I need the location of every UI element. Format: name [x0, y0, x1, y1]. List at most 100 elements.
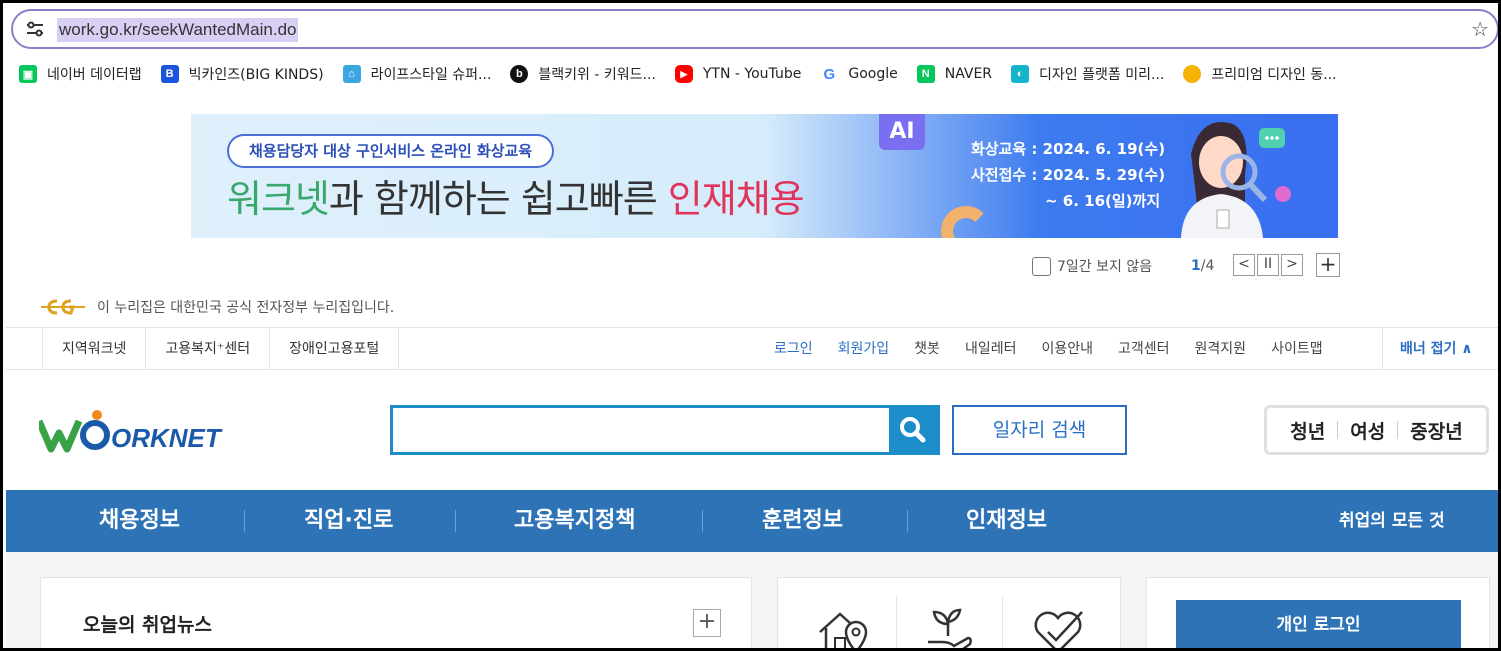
banner-next-button[interactable]: >: [1281, 254, 1303, 276]
site-info-icon[interactable]: [25, 20, 45, 38]
target-group-nav: 청년 여성 중장년: [1264, 405, 1489, 455]
youtube-icon: ▶: [674, 65, 693, 83]
member-link[interactable]: 챗봇: [914, 328, 940, 370]
login-card: 개인 로그인: [1146, 577, 1490, 648]
bookmark-item[interactable]: ● 프리미엄 디자인 동...: [1183, 64, 1337, 84]
search-box[interactable]: [390, 405, 940, 455]
job-news-card: 오늘의 취업뉴스 +: [40, 577, 752, 648]
divider: [896, 596, 897, 648]
bookmark-label: 라이프스타일 슈퍼...: [370, 67, 492, 83]
egov-logo-icon: [41, 299, 85, 315]
banner-pause-button[interactable]: II: [1257, 254, 1279, 276]
banner-prev-button[interactable]: <: [1233, 254, 1255, 276]
bookmark-item[interactable]: B 빅카인즈(BIG KINDS): [160, 64, 324, 84]
headline-red: 인재채용: [667, 177, 805, 221]
divider: [455, 510, 456, 532]
member-link[interactable]: 로그인: [774, 328, 813, 370]
address-bar[interactable]: work.go.kr/seekWantedMain.do ☆: [11, 9, 1498, 49]
banner-info-line1: 화상교육 : 2024. 6. 19(수): [971, 140, 1166, 158]
banner-headline: 워크넷과 함께하는 쉽고빠른 인재채용: [227, 176, 805, 222]
member-link[interactable]: 이용안내: [1041, 328, 1093, 370]
member-link[interactable]: 회원가입: [838, 328, 890, 370]
bookmark-label: 디자인 플랫폼 미리...: [1039, 67, 1165, 83]
naver-icon: N: [916, 65, 935, 83]
promo-banner[interactable]: 채용담당자 대상 구인서비스 온라인 화상교육 워크넷과 함께하는 쉽고빠른 인…: [191, 114, 1338, 238]
divider: [244, 510, 245, 532]
sprout-hand-icon[interactable]: [922, 606, 976, 651]
bookmark-item[interactable]: N NAVER: [916, 65, 993, 83]
search-button[interactable]: [889, 408, 937, 452]
bookmark-item[interactable]: ◐ 디자인 플랫폼 미리...: [1011, 64, 1164, 84]
bookmark-item[interactable]: G Google: [820, 65, 898, 83]
nav-career[interactable]: 직업·진로: [304, 490, 393, 552]
banner-info-line2: 사전접수 : 2024. 5. 29(수): [971, 166, 1166, 184]
member-link[interactable]: 고객센터: [1118, 328, 1170, 370]
google-icon: G: [820, 65, 839, 83]
member-link[interactable]: 사이트맵: [1271, 328, 1323, 370]
family-site-link[interactable]: 고용복지⁺센터: [146, 328, 271, 370]
divider: [702, 510, 703, 532]
pager-current: 1: [1191, 258, 1201, 274]
banner-fold-button[interactable]: 배너 접기 ∧: [1382, 328, 1490, 370]
bookmark-item[interactable]: ⌂ 라이프스타일 슈퍼...: [342, 64, 492, 84]
family-site-links: 지역워크넷 고용복지⁺센터 장애인고용포털: [42, 328, 400, 370]
bookmark-label: YTN - YouTube: [702, 66, 802, 82]
banner-more-button[interactable]: +: [1316, 253, 1340, 277]
job-news-title: 오늘의 취업뉴스: [83, 614, 212, 636]
member-link[interactable]: 내일레터: [965, 328, 1017, 370]
bookmark-label: 프리미엄 디자인 동...: [1211, 67, 1337, 83]
nav-recruit-info[interactable]: 채용정보: [99, 490, 180, 552]
member-link[interactable]: 원격지원: [1195, 328, 1247, 370]
job-search-button[interactable]: 일자리 검색: [952, 405, 1127, 455]
lifestyle-icon: ⌂: [342, 65, 361, 83]
nav-training[interactable]: 훈련정보: [762, 490, 843, 552]
pager-total: /4: [1200, 258, 1215, 274]
house-location-icon[interactable]: [816, 606, 870, 651]
miricanvas-icon: ◐: [1011, 65, 1030, 83]
member-links: 로그인 회원가입 챗봇 내일레터 이용안내 고객센터 원격지원 사이트맵: [774, 328, 1348, 370]
bookmark-item[interactable]: ▶ YTN - YouTube: [674, 65, 802, 83]
browser-window: work.go.kr/seekWantedMain.do ☆ ▣ 네이버 데이터랩…: [0, 0, 1501, 651]
family-site-link[interactable]: 장애인고용포털: [270, 328, 400, 370]
nav-welfare-policy[interactable]: 고용복지정책: [514, 490, 635, 552]
hide-week-option[interactable]: 7일간 보지 않음: [1032, 256, 1152, 276]
group-middle-aged[interactable]: 중장년: [1398, 417, 1474, 444]
banner-pill: 채용담당자 대상 구인서비스 온라인 화상교육: [227, 134, 555, 168]
hide-week-label: 7일간 보지 않음: [1057, 259, 1153, 275]
headline-mid: 과 함께하는 쉽고빠른: [328, 177, 668, 221]
bookmark-label: NAVER: [944, 66, 993, 82]
hide-week-checkbox[interactable]: [1032, 256, 1051, 276]
mango-icon: ●: [1183, 65, 1202, 83]
worknet-logo[interactable]: ORKNET: [39, 405, 231, 455]
search-input[interactable]: [393, 408, 889, 452]
search-icon: [900, 417, 926, 443]
personal-login-button[interactable]: 개인 로그인: [1176, 600, 1461, 648]
group-youth[interactable]: 청년: [1278, 417, 1337, 444]
group-women[interactable]: 여성: [1338, 417, 1397, 444]
job-news-more-button[interactable]: +: [693, 609, 721, 637]
url-text[interactable]: work.go.kr/seekWantedMain.do: [57, 18, 299, 42]
nav-talent-info[interactable]: 인재정보: [966, 490, 1047, 552]
bookmark-item[interactable]: ▣ 네이버 데이터랩: [19, 64, 142, 84]
blackkiwi-icon: b: [510, 65, 529, 83]
bookmark-star-icon[interactable]: ☆: [1471, 17, 1489, 41]
bookmarks-bar: ▣ 네이버 데이터랩 B 빅카인즈(BIG KINDS) ⌂ 라이프스타일 슈퍼... b 블…: [19, 61, 1356, 87]
banner-info-line3: ~ 6. 16(일)까지: [1045, 192, 1161, 210]
bookmark-label: 네이버 데이터랩: [47, 67, 142, 83]
bigkinds-icon: B: [160, 65, 179, 83]
utility-bar: 지역워크넷 고용복지⁺센터 장애인고용포털 로그인 회원가입 챗봇 내일레터 이용안내 고객센…: [6, 327, 1498, 370]
svg-text:ORKNET: ORKNET: [111, 423, 223, 453]
gov-notice[interactable]: 이 누리집은 대한민국 공식 전자정부 누리집입니다.: [39, 297, 394, 317]
headline-green: 워크넷: [227, 177, 330, 221]
bookmark-label: 블랙키위 - 키워드...: [538, 67, 656, 83]
bookmark-item[interactable]: b 블랙키위 - 키워드...: [510, 64, 656, 84]
ai-badge: AI: [879, 114, 925, 150]
gov-notice-text: 이 누리집은 대한민국 공식 전자정부 누리집입니다.: [97, 300, 395, 316]
family-site-link[interactable]: 지역워크넷: [43, 328, 147, 370]
divider: [1002, 596, 1003, 648]
heart-check-icon[interactable]: [1030, 606, 1088, 651]
divider: [907, 510, 908, 532]
bookmark-label: Google: [848, 66, 898, 82]
nav-all-about-jobs[interactable]: 취업의 모든 것: [1339, 490, 1445, 552]
banner-pager: 1/4: [1191, 258, 1214, 274]
